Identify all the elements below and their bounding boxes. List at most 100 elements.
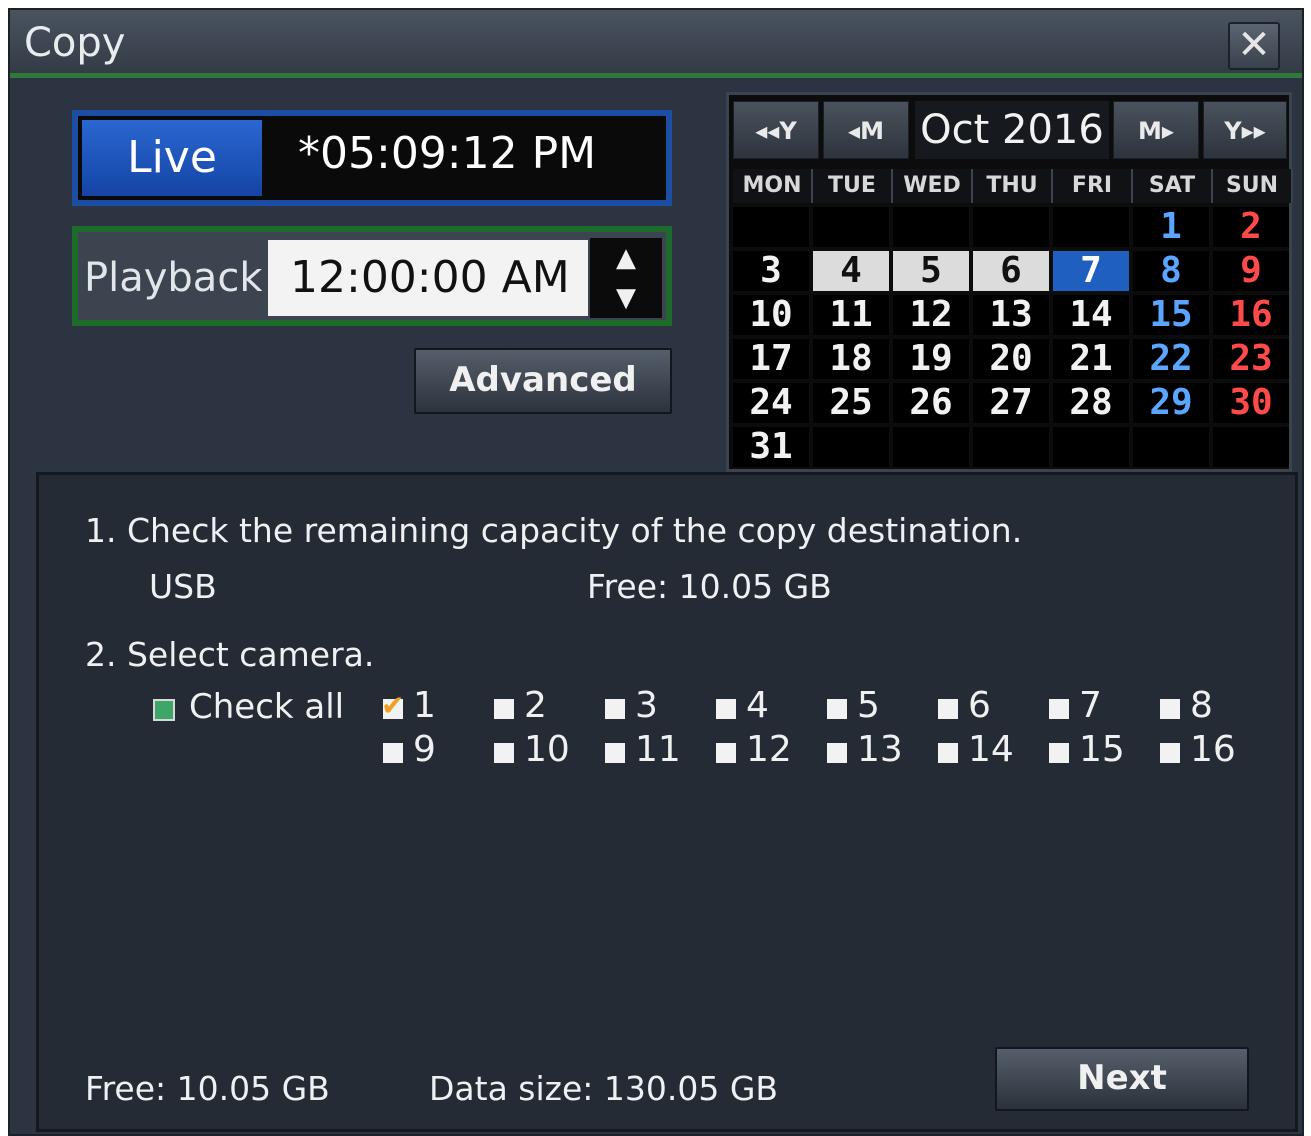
camera-checkbox-box[interactable] <box>605 743 625 763</box>
camera-label: 1 <box>413 685 436 726</box>
camera-checkbox-box[interactable]: ✔ <box>381 689 404 722</box>
check-all-box[interactable] <box>153 699 175 721</box>
calendar-day[interactable]: 2 <box>1213 207 1289 247</box>
calendar-empty-cell <box>1053 207 1129 247</box>
prev-month-button[interactable]: ◂M <box>823 101 909 159</box>
next-year-button[interactable]: Y▸▸ <box>1203 101 1287 159</box>
weekday-header: WED <box>893 169 973 203</box>
calendar-day[interactable]: 1 <box>1133 207 1209 247</box>
calendar-day[interactable]: 15 <box>1133 295 1209 335</box>
camera-label: 6 <box>968 685 991 726</box>
prev-year-button[interactable]: ◂◂Y <box>733 101 819 159</box>
camera-checkbox-box[interactable] <box>1049 743 1069 763</box>
calendar-day[interactable]: 23 <box>1213 339 1289 379</box>
camera-checkbox-box[interactable] <box>1049 699 1069 719</box>
calendar-day[interactable]: 9 <box>1213 251 1289 291</box>
camera-checkbox-box[interactable] <box>605 699 625 719</box>
calendar-day[interactable]: 29 <box>1133 383 1209 423</box>
camera-checkbox-box[interactable] <box>716 743 736 763</box>
calendar: ◂◂Y ◂M Oct 2016 M▸ Y▸▸ MON TUE WED THU FRI SA… <box>726 92 1293 472</box>
calendar-day[interactable]: 24 <box>733 383 809 423</box>
camera-checkbox-box[interactable] <box>494 699 514 719</box>
calendar-day[interactable]: 30 <box>1213 383 1289 423</box>
live-time: *05:09:12 PM <box>298 128 597 179</box>
advanced-button[interactable]: Advanced <box>414 348 672 414</box>
calendar-day[interactable]: 8 <box>1133 251 1209 291</box>
calendar-empty-cell <box>973 207 1049 247</box>
calendar-day[interactable]: 22 <box>1133 339 1209 379</box>
calendar-day[interactable]: 14 <box>1053 295 1129 335</box>
camera-checkbox-box[interactable] <box>938 699 958 719</box>
calendar-day[interactable]: 17 <box>733 339 809 379</box>
calendar-day[interactable]: 28 <box>1053 383 1129 423</box>
calendar-day[interactable]: 11 <box>813 295 889 335</box>
calendar-day[interactable]: 10 <box>733 295 809 335</box>
calendar-empty-cell <box>1133 427 1209 467</box>
next-month-button[interactable]: M▸ <box>1113 101 1199 159</box>
calendar-day[interactable]: 20 <box>973 339 1049 379</box>
weekday-header: THU <box>973 169 1053 203</box>
title-bar: Copy ✕ <box>10 10 1302 78</box>
spin-down-icon[interactable]: ▼ <box>590 278 662 318</box>
calendar-month-label: Oct 2016 <box>915 101 1109 159</box>
camera-checkbox-box[interactable] <box>938 743 958 763</box>
calendar-day[interactable]: 26 <box>893 383 969 423</box>
camera-checkbox-box[interactable] <box>716 699 736 719</box>
camera-label: 7 <box>1079 685 1102 726</box>
camera-label: 2 <box>524 685 547 726</box>
weekday-header: TUE <box>813 169 893 203</box>
calendar-empty-cell <box>813 207 889 247</box>
copy-dialog: Copy ✕ Live *05:09:12 PM Playback 12:00:… <box>8 8 1304 1136</box>
calendar-day[interactable]: 12 <box>893 295 969 335</box>
destination-device: USB <box>149 567 217 606</box>
calendar-day[interactable]: 31 <box>733 427 809 467</box>
live-time-box[interactable]: Live *05:09:12 PM <box>72 110 672 206</box>
calendar-empty-cell <box>973 427 1049 467</box>
camera-label: 12 <box>746 729 792 770</box>
calendar-empty-cell <box>1213 427 1289 467</box>
calendar-day[interactable]: 21 <box>1053 339 1129 379</box>
camera-checkbox-box[interactable] <box>1160 743 1180 763</box>
camera-label: 15 <box>1079 729 1125 770</box>
calendar-day[interactable]: 27 <box>973 383 1049 423</box>
playback-time-field[interactable]: 12:00:00 AM <box>268 240 588 316</box>
calendar-day[interactable]: 16 <box>1213 295 1289 335</box>
camera-label: 13 <box>857 729 903 770</box>
calendar-day[interactable]: 18 <box>813 339 889 379</box>
camera-checkbox-box[interactable] <box>827 699 847 719</box>
weekday-header: MON <box>733 169 813 203</box>
calendar-day[interactable]: 25 <box>813 383 889 423</box>
calendar-day[interactable]: 7 <box>1053 251 1129 291</box>
weekday-header: SUN <box>1213 169 1293 203</box>
destination-free-space: Free: 10.05 GB <box>587 567 832 606</box>
live-label: Live <box>82 120 262 196</box>
camera-checkbox-box[interactable] <box>827 743 847 763</box>
camera-label: 3 <box>635 685 658 726</box>
weekday-header: SAT <box>1133 169 1213 203</box>
camera-label: 9 <box>413 729 436 770</box>
camera-checkbox-box[interactable] <box>383 743 403 763</box>
check-all-label: Check all <box>189 687 345 727</box>
close-button[interactable]: ✕ <box>1228 22 1280 70</box>
footer-data-size: Data size: 130.05 GB <box>429 1069 779 1108</box>
camera-label: 16 <box>1190 729 1236 770</box>
calendar-day[interactable]: 5 <box>893 251 969 291</box>
calendar-day[interactable]: 19 <box>893 339 969 379</box>
camera-checkbox-box[interactable] <box>494 743 514 763</box>
next-button[interactable]: Next <box>995 1047 1249 1111</box>
calendar-empty-cell <box>733 207 809 247</box>
calendar-day[interactable]: 3 <box>733 251 809 291</box>
time-spinner[interactable]: ▲ ▼ <box>590 238 662 318</box>
calendar-empty-cell <box>813 427 889 467</box>
calendar-day[interactable]: 6 <box>973 251 1049 291</box>
weekday-header: FRI <box>1053 169 1133 203</box>
step1-heading: 1. Check the remaining capacity of the c… <box>85 511 1023 550</box>
calendar-day[interactable]: 13 <box>973 295 1049 335</box>
checkmark-icon: ✔ <box>381 689 405 722</box>
playback-time-box[interactable]: Playback 12:00:00 AM ▲ ▼ <box>72 226 672 326</box>
camera-checkbox-box[interactable] <box>1160 699 1180 719</box>
copy-options-panel: 1. Check the remaining capacity of the c… <box>36 472 1298 1132</box>
spin-up-icon[interactable]: ▲ <box>590 238 662 278</box>
calendar-day[interactable]: 4 <box>813 251 889 291</box>
camera-label: 8 <box>1190 685 1213 726</box>
